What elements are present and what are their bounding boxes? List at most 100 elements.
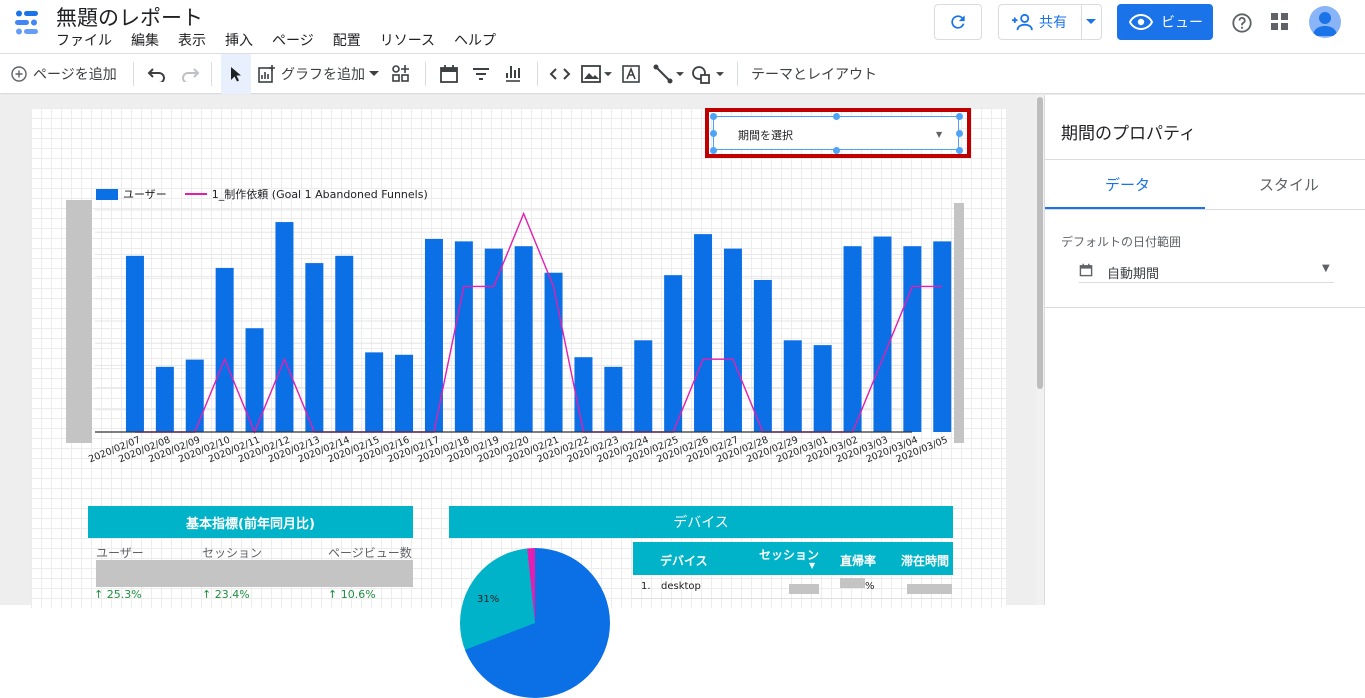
data-studio-logo-icon[interactable] bbox=[12, 8, 42, 38]
chart-bar[interactable] bbox=[125, 255, 144, 432]
combo-chart[interactable]: 2020/02/072020/02/082020/02/092020/02/10… bbox=[62, 195, 962, 475]
code-icon bbox=[549, 68, 571, 80]
scrollbar-thumb[interactable] bbox=[1037, 97, 1043, 389]
resize-handle[interactable] bbox=[956, 147, 963, 154]
chart-bar[interactable] bbox=[185, 359, 204, 432]
add-chart-button[interactable]: グラフを追加 bbox=[257, 54, 379, 94]
chart-bar[interactable] bbox=[664, 275, 683, 432]
chart-bar[interactable] bbox=[723, 248, 742, 432]
shape-button[interactable] bbox=[691, 54, 724, 94]
chart-bar[interactable] bbox=[694, 234, 713, 432]
redacted-values bbox=[96, 560, 413, 587]
chart-bar[interactable] bbox=[275, 222, 294, 432]
toolbar-divider bbox=[425, 62, 426, 86]
tab-data[interactable]: データ bbox=[1105, 174, 1150, 195]
chart-bar[interactable] bbox=[753, 279, 772, 432]
chart-bar[interactable] bbox=[813, 345, 832, 432]
menu-arrange[interactable]: 配置 bbox=[333, 30, 361, 50]
menu-insert[interactable]: 挿入 bbox=[225, 30, 253, 50]
col-device[interactable]: デバイス bbox=[660, 552, 708, 569]
chart-bar[interactable] bbox=[395, 354, 414, 432]
menu-page[interactable]: ページ bbox=[272, 30, 314, 50]
panel-divider bbox=[1045, 307, 1365, 308]
redacted-value bbox=[840, 578, 865, 588]
chart-bar[interactable] bbox=[514, 246, 533, 432]
chart-bar[interactable] bbox=[544, 272, 563, 432]
share-divider bbox=[1081, 5, 1082, 39]
data-control-icon bbox=[506, 66, 520, 82]
date-range-control[interactable]: 期間を選択 ▼ bbox=[713, 116, 959, 150]
chart-bar[interactable] bbox=[155, 366, 174, 432]
chart-bar[interactable] bbox=[454, 241, 473, 432]
redacted-value bbox=[789, 584, 819, 594]
view-button[interactable]: ビュー bbox=[1117, 4, 1213, 40]
chart-bar[interactable] bbox=[215, 267, 234, 432]
menu-resource[interactable]: リソース bbox=[380, 30, 435, 50]
resize-handle[interactable] bbox=[956, 113, 963, 120]
line-button[interactable] bbox=[653, 54, 684, 94]
dropdown-icon bbox=[604, 71, 612, 76]
col-duration[interactable]: 滞在時間 bbox=[901, 552, 949, 569]
controls-icon bbox=[392, 65, 409, 82]
help-icon[interactable] bbox=[1231, 12, 1253, 34]
resize-handle[interactable] bbox=[956, 130, 963, 137]
date-range-control-highlight: 期間を選択 ▼ bbox=[705, 108, 971, 158]
scorecard-delta-sessions: ↑ 23.4% bbox=[202, 588, 250, 601]
date-range-button[interactable] bbox=[439, 54, 459, 94]
default-range-select[interactable]: 自動期間 ▼ bbox=[1079, 255, 1334, 283]
scorecard-delta-pageviews: ↑ 10.6% bbox=[328, 588, 376, 601]
chart-bar[interactable] bbox=[604, 366, 623, 432]
chart-bar[interactable] bbox=[484, 248, 503, 432]
resize-handle[interactable] bbox=[710, 113, 717, 120]
resize-handle[interactable] bbox=[833, 147, 840, 154]
table-row[interactable]: 1. desktop % bbox=[633, 575, 953, 599]
resize-handle[interactable] bbox=[710, 147, 717, 154]
theme-layout-button[interactable]: テーマとレイアウト bbox=[751, 54, 877, 94]
resize-handle[interactable] bbox=[710, 130, 717, 137]
resize-handle[interactable] bbox=[833, 113, 840, 120]
report-title[interactable]: 無題のレポート bbox=[56, 2, 203, 32]
col-bounce-rate[interactable]: 直帰率 bbox=[840, 552, 876, 569]
menu-help[interactable]: ヘルプ bbox=[454, 30, 496, 50]
apps-grid-icon[interactable] bbox=[1271, 13, 1289, 31]
sort-desc-icon[interactable]: ▼ bbox=[809, 561, 815, 570]
toolbar-divider bbox=[737, 62, 738, 86]
chart-bar[interactable] bbox=[843, 246, 862, 432]
device-pie-chart[interactable] bbox=[460, 548, 610, 698]
chart-bar[interactable] bbox=[335, 255, 354, 432]
chart-bar[interactable] bbox=[365, 352, 384, 432]
date-range-placeholder: 期間を選択 bbox=[738, 129, 793, 142]
chart-bar[interactable] bbox=[873, 236, 892, 432]
canvas-scrollbar[interactable] bbox=[1036, 95, 1044, 605]
embed-url-button[interactable] bbox=[549, 54, 571, 94]
menu-edit[interactable]: 編集 bbox=[131, 30, 159, 50]
device-table-header: デバイス セッション ▼ 直帰率 滞在時間 bbox=[633, 542, 953, 575]
filter-button[interactable] bbox=[471, 54, 491, 94]
tab-style[interactable]: スタイル bbox=[1259, 174, 1319, 195]
refresh-button[interactable] bbox=[934, 4, 982, 40]
share-button[interactable]: 共有 bbox=[998, 4, 1102, 40]
redo-button[interactable] bbox=[180, 54, 200, 94]
chart-bar[interactable] bbox=[305, 263, 324, 432]
account-avatar[interactable] bbox=[1309, 6, 1341, 38]
add-page-button[interactable]: ページを追加 bbox=[11, 54, 117, 94]
chart-bar[interactable] bbox=[933, 241, 952, 432]
select-tool-button[interactable] bbox=[221, 54, 251, 94]
sort-data-button[interactable] bbox=[503, 54, 523, 94]
person-icon bbox=[1313, 12, 1337, 36]
share-dropdown-icon[interactable] bbox=[1086, 18, 1096, 26]
undo-button[interactable] bbox=[147, 54, 167, 94]
chart-bar[interactable] bbox=[574, 357, 593, 432]
add-control-button[interactable] bbox=[391, 54, 411, 94]
add-chart-label: グラフを追加 bbox=[281, 67, 365, 83]
chart-bar[interactable] bbox=[634, 340, 653, 432]
dropdown-icon bbox=[676, 71, 684, 76]
chart-bar[interactable] bbox=[903, 246, 922, 432]
default-range-value: 自動期間 bbox=[1107, 267, 1160, 282]
text-button[interactable] bbox=[621, 54, 641, 94]
row-index: 1. bbox=[641, 581, 651, 592]
menu-file[interactable]: ファイル bbox=[56, 30, 112, 50]
chart-bar[interactable] bbox=[783, 340, 802, 432]
menu-view[interactable]: 表示 bbox=[178, 30, 206, 50]
image-button[interactable] bbox=[581, 54, 612, 94]
